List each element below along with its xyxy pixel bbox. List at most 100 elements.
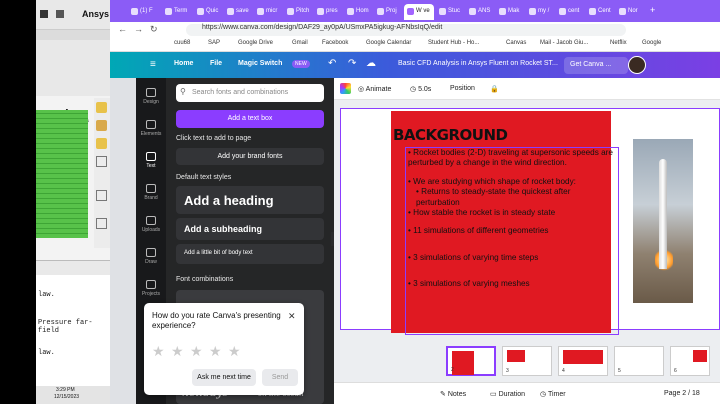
browser-tab[interactable]: Nor <box>616 4 644 20</box>
rail-brand[interactable]: Brand <box>136 184 166 201</box>
user-avatar[interactable] <box>628 56 646 74</box>
ansys-window: Ansys Ansys 2023 R1 law. Pressure far-fi… <box>36 0 110 404</box>
document-title[interactable]: Basic CFD Analysis in Ansys Fluent on Ro… <box>398 60 558 67</box>
slide-canvas[interactable]: BACKGROUND • Rocket bodies (2-D) traveli… <box>340 108 720 335</box>
browser-tab[interactable]: Stuc <box>436 4 464 20</box>
browser-tab[interactable]: Proj <box>374 4 402 20</box>
new-tab-icon[interactable]: + <box>650 5 655 15</box>
back-arrow-icon[interactable]: ← <box>118 24 127 34</box>
rail-elements[interactable]: Elements <box>136 120 166 137</box>
add-heading-button[interactable]: Add a heading <box>176 186 324 214</box>
bookmark[interactable]: Gmail <box>292 40 308 46</box>
bookmark[interactable]: SAP <box>208 40 220 46</box>
rating-star-icon[interactable]: ★ <box>171 343 184 360</box>
forward-arrow-icon[interactable]: → <box>134 24 143 34</box>
tab-favicon-icon <box>407 8 414 15</box>
mesh-graphics <box>36 110 88 238</box>
browser-tab-strip: (1) F Term Quic save micr Pitch pres Hom… <box>110 0 720 22</box>
rail-text[interactable]: Text <box>136 152 166 169</box>
color-picker-icon[interactable] <box>340 83 351 94</box>
bookmark[interactable]: Canvas <box>506 40 526 46</box>
browser-tab[interactable]: Cent <box>586 4 614 20</box>
slide-heading[interactable]: BACKGROUND <box>393 126 508 144</box>
rail-projects[interactable]: Projects <box>136 280 166 297</box>
duration-button[interactable]: ◷ 5.0s <box>410 85 431 93</box>
cloud-save-icon[interactable]: ☁ <box>366 58 376 69</box>
bookmark[interactable]: Google Calendar <box>366 40 411 46</box>
home-button[interactable]: Home <box>174 60 193 67</box>
browser-tab[interactable]: Hom <box>344 4 372 20</box>
file-menu-button[interactable]: File <box>210 60 222 67</box>
magic-switch-button[interactable]: Magic Switch <box>238 60 282 67</box>
undo-icon[interactable]: ↶ <box>328 58 336 69</box>
rail-draw[interactable]: Draw <box>136 248 166 265</box>
bookmark[interactable]: cuu68 <box>174 40 190 46</box>
get-canva-pro-button[interactable]: Get Canva ... <box>564 57 628 74</box>
bookmark[interactable]: Student Hub - Ho... <box>428 40 479 46</box>
send-rating-button[interactable]: Send <box>262 369 298 386</box>
browser-tab[interactable]: micr <box>254 4 282 20</box>
reload-icon[interactable]: ↻ <box>150 24 158 35</box>
lock-icon[interactable]: 🔒 <box>490 85 499 93</box>
notes-button[interactable]: ✎ Notes <box>440 390 466 398</box>
browser-tab[interactable]: save <box>224 4 252 20</box>
browser-tab[interactable]: my / <box>526 4 554 20</box>
menu-hamburger-icon[interactable]: ≡ <box>150 59 156 70</box>
tool-icon[interactable] <box>96 138 107 149</box>
ansys-console[interactable]: law. Pressure far-field law. <box>36 260 110 386</box>
timer-button[interactable]: ◷ Timer <box>540 390 566 398</box>
font-search-input[interactable]: Search fonts and combinations <box>176 84 324 102</box>
add-subheading-button[interactable]: Add a subheading <box>176 218 324 240</box>
browser-tab[interactable]: Quic <box>194 4 222 20</box>
rating-star-icon[interactable]: ★ <box>209 343 222 360</box>
browser-tab[interactable]: Mak <box>496 4 524 20</box>
browser-tab-active[interactable]: W ve <box>404 4 434 20</box>
tool-icon[interactable] <box>96 218 107 229</box>
page-thumbnail[interactable]: 6 <box>670 346 710 376</box>
page-thumbnail[interactable]: 5 <box>614 346 664 376</box>
brand-fonts-button[interactable]: Add your brand fonts <box>176 148 324 165</box>
tool-icon[interactable] <box>96 102 107 113</box>
rating-question: How do you rate Canva's presenting exper… <box>152 311 281 330</box>
bookmark[interactable]: Facebook <box>322 40 348 46</box>
duration-footer-button[interactable]: ▭ Duration <box>490 390 525 398</box>
rating-star-icon[interactable]: ★ <box>228 343 241 360</box>
sub-bullet: • Returns to steady-state the quickest a… <box>416 187 571 207</box>
ansys-logo-text: Ansys <box>82 9 110 19</box>
rail-design[interactable]: Design <box>136 88 166 105</box>
add-text-box-button[interactable]: Add a text box <box>176 110 324 128</box>
browser-tab[interactable]: Pitch <box>284 4 312 20</box>
rating-star-icon[interactable]: ★ <box>190 343 203 360</box>
rail-uploads[interactable]: Uploads <box>136 216 166 233</box>
page-thumbnail[interactable]: 4 <box>558 346 608 376</box>
bookmark[interactable]: Google Drive <box>238 40 273 46</box>
redo-icon[interactable]: ↷ <box>348 58 356 69</box>
tool-icon[interactable] <box>96 190 107 201</box>
close-icon[interactable]: ✕ <box>288 311 296 322</box>
page-indicator[interactable]: Page 2 / 18 <box>664 390 700 397</box>
page-thumbnail[interactable]: 3 <box>502 346 552 376</box>
bookmark[interactable]: Mail - Jacob Giu... <box>540 40 588 46</box>
bookmark[interactable]: Google <box>642 40 661 46</box>
tool-icon[interactable] <box>96 156 107 167</box>
slide-body-textbox[interactable]: • Rocket bodies (2-D) traveling at super… <box>405 147 619 335</box>
page-thumbnail[interactable]: 2 <box>446 346 496 376</box>
window-icon[interactable] <box>40 10 48 18</box>
rating-star-icon[interactable]: ★ <box>152 343 165 360</box>
taskbar-date: 12/15/2023 <box>54 394 80 400</box>
browser-tab[interactable]: Term <box>162 4 192 20</box>
window-icon[interactable] <box>56 10 64 18</box>
design-icon <box>146 88 156 97</box>
animate-button[interactable]: ◎ Animate <box>358 85 391 93</box>
tab-favicon-icon <box>439 8 446 15</box>
browser-tab[interactable]: pres <box>314 4 342 20</box>
tool-icon[interactable] <box>96 120 107 131</box>
ask-me-next-time-button[interactable]: Ask me next time <box>192 369 256 386</box>
browser-tab[interactable]: (1) F <box>128 4 160 20</box>
browser-tab[interactable]: cent <box>556 4 584 20</box>
browser-tab[interactable]: ANS <box>466 4 494 20</box>
add-body-text-button[interactable]: Add a little bit of body text <box>176 244 324 264</box>
position-button[interactable]: Position <box>450 85 475 92</box>
tab-favicon-icon <box>619 8 626 15</box>
bookmark[interactable]: Netflix <box>610 40 627 46</box>
